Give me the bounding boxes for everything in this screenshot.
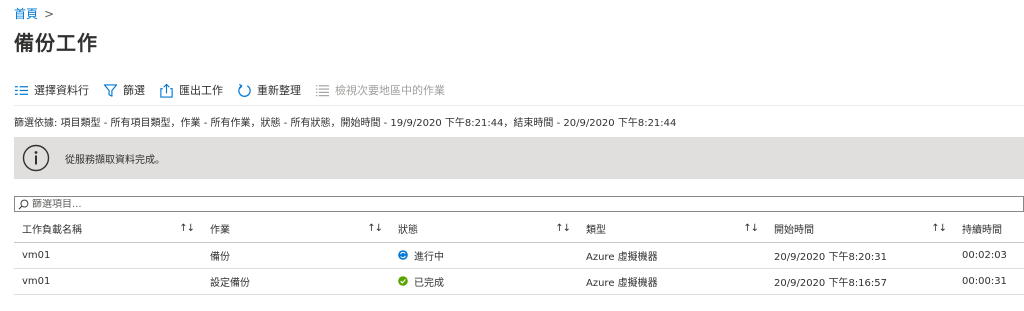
info-message: 從服務擷取資料完成。 [65,154,165,166]
cell-duration: 00:02:03 [962,249,1007,261]
sort-icon[interactable]: ↑↓ [555,223,571,234]
columns-icon [14,85,29,95]
page-title: 備份工作 [14,31,98,55]
info-bar: 從服務擷取資料完成。 [14,137,1024,179]
column-header-workload[interactable]: 工作負載名稱 ↑↓ [14,216,202,242]
column-header-label: 類型 [586,225,606,237]
filter-button[interactable]: 篩選 [103,82,145,98]
jobs-table: 工作負載名稱 ↑↓ 作業 ↑↓ 狀態 ↑↓ 類型 ↑↓ 開始時間 ↑↓ 持續時間 vm01… [14,216,1024,295]
sort-icon[interactable]: ↑↓ [743,223,759,234]
chevron-right-icon: > [44,6,55,21]
cell-status: 進行中 [390,242,578,268]
filter-summary: 篩選依據: 項目類型 - 所有項目類型，作業 - 所有作業，狀態 - 所有狀態，… [14,118,677,129]
search-input[interactable] [32,198,332,210]
column-header-status[interactable]: 狀態 ↑↓ [390,216,578,242]
refresh-icon [238,83,251,97]
cell-start-time: 20/9/2020 下午8:20:31 [774,251,888,263]
cell-operation: 備份 [210,251,230,263]
export-jobs-button[interactable]: 匯出工作 [159,82,223,98]
choose-columns-button[interactable]: 選擇資料行 [14,82,89,98]
cell-workload: vm01 [22,275,51,287]
column-header-label: 持續時間 [962,225,1002,237]
status-label: 進行中 [414,251,444,263]
search-box[interactable] [14,196,1024,212]
cell-type: Azure 虛擬機器 [586,251,658,263]
export-jobs-label: 匯出工作 [179,84,223,97]
filter-label: 篩選 [123,84,145,97]
column-header-operation[interactable]: 作業 ↑↓ [202,216,390,242]
in-progress-icon [398,250,408,260]
cell-status: 已完成 [390,268,578,294]
column-header-label: 開始時間 [774,225,814,237]
refresh-button[interactable]: 重新整理 [237,82,301,98]
status-label: 已完成 [414,277,444,289]
breadcrumb-home-link[interactable]: 首頁 [14,5,38,22]
toolbar-divider [14,105,1024,106]
sort-icon[interactable]: ↑↓ [179,223,195,234]
secondary-region-label: 檢視次要地區中的作業 [335,84,445,97]
refresh-label: 重新整理 [257,84,301,97]
breadcrumb: 首頁 > [14,5,54,22]
column-header-duration[interactable]: 持續時間 [954,216,1024,242]
cell-type: Azure 虛擬機器 [586,277,658,289]
cell-workload: vm01 [22,249,51,261]
info-icon [22,144,50,172]
secondary-region-button[interactable]: 檢視次要地區中的作業 [315,82,445,98]
filter-icon [103,83,118,97]
column-header-label: 作業 [210,225,230,237]
column-header-label: 狀態 [398,225,418,237]
choose-columns-label: 選擇資料行 [34,84,89,97]
column-header-type[interactable]: 類型 ↑↓ [578,216,766,242]
check-circle-icon [398,276,408,286]
cell-operation: 設定備份 [210,277,250,289]
list-icon [315,84,330,96]
table-row[interactable]: vm01 設定備份 已完成 Azure 虛擬機器 20/9/2020 下午8:1… [14,268,1024,294]
cell-start-time: 20/9/2020 下午8:16:57 [774,277,888,289]
search-icon [18,199,29,209]
export-icon [160,83,173,98]
table-row[interactable]: vm01 備份 進行中 Azure 虛擬機器 20/9/2020 下午8:20:… [14,242,1024,268]
table-header-row: 工作負載名稱 ↑↓ 作業 ↑↓ 狀態 ↑↓ 類型 ↑↓ 開始時間 ↑↓ 持續時間 [14,216,1024,242]
toolbar: 選擇資料行 篩選 匯出工作 重新整理 檢視次要地區中的作業 [14,80,445,100]
sort-icon[interactable]: ↑↓ [931,223,947,234]
sort-icon[interactable]: ↑↓ [367,223,383,234]
column-header-label: 工作負載名稱 [22,225,82,237]
column-header-start-time[interactable]: 開始時間 ↑↓ [766,216,954,242]
cell-duration: 00:00:31 [962,275,1007,287]
